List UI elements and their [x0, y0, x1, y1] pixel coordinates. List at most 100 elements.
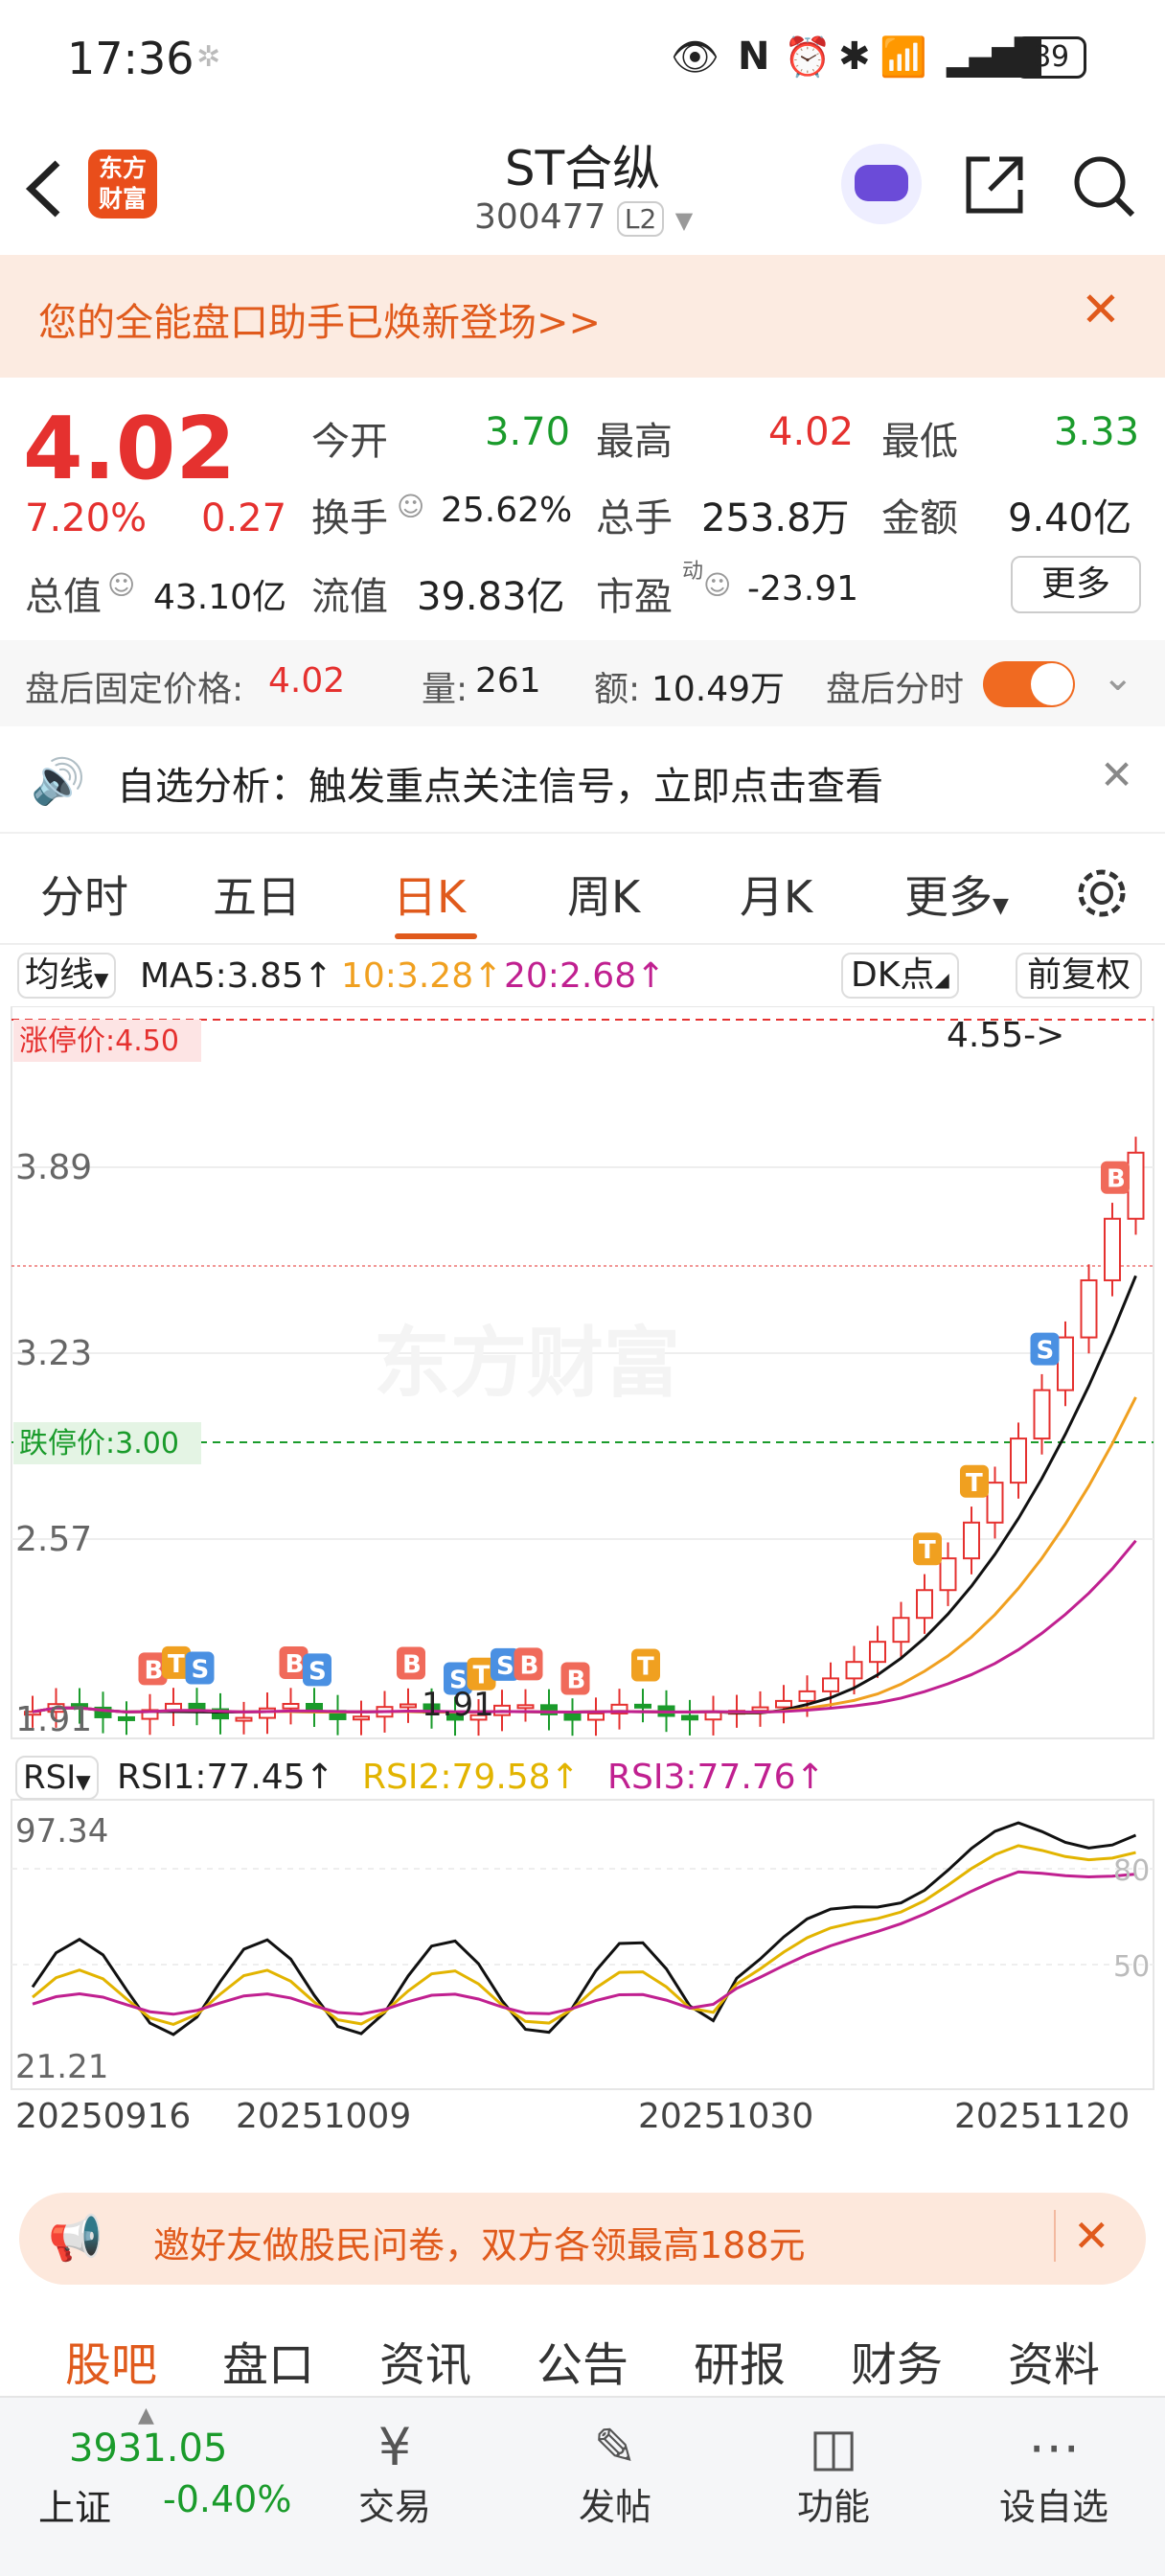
- tab-news[interactable]: 资讯: [379, 2327, 471, 2394]
- tab-profile[interactable]: 资料: [1008, 2327, 1100, 2394]
- low-value: 3.33: [1054, 410, 1140, 454]
- post-button[interactable]: ✎ 发帖: [548, 2417, 682, 2530]
- promo-banner[interactable]: 您的全能盘口助手已焕新登场>> ✕: [0, 255, 1165, 378]
- candle-body: [892, 1617, 910, 1644]
- signal-letter: B: [567, 1667, 586, 1695]
- ma20-label: 20:2.68↑: [504, 956, 666, 996]
- signal-letter: B: [520, 1651, 539, 1680]
- info-tabs: 股吧 盘口 资讯 公告 研报 财务 资料: [0, 2300, 1165, 2396]
- candle-body: [563, 1713, 582, 1721]
- tab-monthly-k[interactable]: 月K: [740, 862, 812, 926]
- rsi3-line: [32, 1870, 1136, 2016]
- assistant-avatar[interactable]: [841, 144, 922, 224]
- functions-button[interactable]: ◫ 功能: [766, 2417, 901, 2530]
- stock-code[interactable]: 300477 L2 ▼: [474, 197, 693, 237]
- active-tab-indicator: [395, 933, 477, 939]
- high-label: 最高: [596, 420, 673, 464]
- rsi-frame: [11, 1799, 1154, 2090]
- stock-header: 东方财富 ST合纵 300477 L2 ▼: [0, 115, 1165, 255]
- close-icon[interactable]: ✕: [1100, 751, 1133, 798]
- tab-more[interactable]: 更多▼: [904, 862, 1009, 926]
- high-marker: 4.55->: [947, 1016, 1064, 1055]
- trade-button[interactable]: ¥ 交易: [328, 2417, 462, 2530]
- caret-down-icon: ▼: [94, 968, 109, 991]
- limit-down-label: 跌停价:3.00: [19, 1427, 179, 1460]
- date-label-1: 20250916: [15, 2097, 191, 2136]
- eye-icon: 👁: [671, 35, 720, 80]
- info-dots-icon: ☺: [703, 569, 732, 601]
- date-label-4: 20251120: [954, 2097, 1130, 2136]
- candle-body: [634, 1703, 651, 1709]
- speaker-icon: 🔊: [31, 755, 86, 807]
- close-icon[interactable]: ✕: [1081, 282, 1121, 337]
- float-label: 流值: [311, 575, 388, 619]
- candle-body: [1010, 1438, 1027, 1484]
- tab-weekly-k[interactable]: 周K: [567, 862, 640, 926]
- candle-body: [1057, 1336, 1074, 1392]
- signal-letter: T: [637, 1652, 654, 1681]
- info-dots-icon: ☺: [397, 491, 425, 522]
- after-amt-value: 10.49万: [651, 670, 786, 709]
- rsi3-label: RSI3:77.76↑: [607, 1758, 825, 1797]
- ma-select[interactable]: 均线▼: [17, 953, 117, 999]
- rsi2-label: RSI2:79.58↑: [362, 1758, 580, 1797]
- more-button[interactable]: 更多: [1011, 556, 1141, 613]
- y-label-2: 3.23: [15, 1334, 92, 1373]
- signal-letter: S: [308, 1657, 327, 1686]
- float-value: 39.83亿: [417, 575, 565, 619]
- chevron-down-icon[interactable]: ⌄: [1102, 656, 1134, 700]
- pe-value: -23.91: [747, 569, 859, 609]
- after-hours-toggle[interactable]: [983, 661, 1075, 707]
- share-icon[interactable]: [961, 151, 1028, 218]
- tab-research[interactable]: 研报: [694, 2327, 786, 2394]
- rsi-80-label: 80: [1113, 1854, 1150, 1888]
- close-icon[interactable]: ✕: [1054, 2210, 1110, 2262]
- alert-text: 自选分析：触发重点关注信号，立即点击查看: [117, 765, 883, 809]
- rsi-top-label: 97.34: [15, 1812, 108, 1851]
- tab-pankou[interactable]: 盘口: [222, 2327, 314, 2394]
- open-value: 3.70: [485, 410, 571, 454]
- candle-body: [798, 1690, 816, 1702]
- last-price: 4.02: [23, 399, 237, 499]
- level-badge: L2: [616, 201, 665, 237]
- kline-chart[interactable]: 均线▼ MA5:3.85↑ 10:3.28↑ 20:2.68↑ DK点◢ 前复权…: [0, 945, 1165, 2172]
- fixed-price-value: 4.02: [268, 661, 346, 701]
- pe-sup: 动: [682, 560, 704, 584]
- adjust-button[interactable]: 前复权: [1016, 953, 1143, 999]
- low-marker: 1.91: [422, 1686, 494, 1724]
- yuan-cycle-icon: ¥: [377, 2417, 412, 2477]
- after-vol-label: 量:: [422, 670, 468, 709]
- index-ticker[interactable]: ▲ 3931.05 上证 -0.40%: [0, 2398, 291, 2576]
- watchlist-alert[interactable]: 🔊 自选分析：触发重点关注信号，立即点击查看 ✕: [0, 726, 1165, 834]
- rsi-select[interactable]: RSI▼: [15, 1756, 99, 1800]
- search-icon[interactable]: [1071, 153, 1138, 220]
- tab-finance[interactable]: 财务: [851, 2327, 943, 2394]
- ma5-label: MA5:3.85↑: [140, 956, 333, 996]
- caret-icon: ◢: [934, 968, 949, 991]
- tab-announcements[interactable]: 公告: [537, 2327, 628, 2394]
- candle-body: [963, 1521, 980, 1560]
- signal-letter: S: [496, 1652, 514, 1681]
- invite-promo[interactable]: 📢 邀好友做股民问卷，双方各领最高188元 ✕: [19, 2193, 1146, 2285]
- promo-text: 邀好友做股民问卷，双方各领最高188元: [153, 2224, 806, 2266]
- amount-value: 9.40亿: [1008, 496, 1132, 540]
- signal-letter: S: [1037, 1337, 1055, 1366]
- status-time: 17:36: [67, 33, 194, 84]
- edit-icon: ✎: [593, 2417, 637, 2477]
- mktcap-label: 总值: [25, 575, 102, 619]
- candle-body: [353, 1715, 370, 1721]
- rsi-50-label: 50: [1113, 1950, 1150, 1984]
- settings-gear-icon[interactable]: [1073, 864, 1131, 922]
- signal-markers: B T S B S BS T S BB TTTSB: [138, 1161, 1130, 1695]
- info-dots-icon: ☺: [107, 569, 136, 601]
- dk-point-button[interactable]: DK点◢: [841, 953, 959, 999]
- change-pct: 7.20%: [25, 496, 148, 540]
- tab-guba[interactable]: 股吧: [65, 2327, 157, 2394]
- candle-body: [1080, 1278, 1098, 1339]
- add-watchlist-button[interactable]: ⋯ 设自选: [987, 2417, 1121, 2530]
- tab-five-day[interactable]: 五日: [213, 862, 301, 926]
- tab-intraday[interactable]: 分时: [40, 862, 128, 926]
- signal-letter: B: [286, 1650, 305, 1679]
- candle-body: [822, 1677, 839, 1692]
- tab-daily-k[interactable]: 日K: [393, 862, 466, 926]
